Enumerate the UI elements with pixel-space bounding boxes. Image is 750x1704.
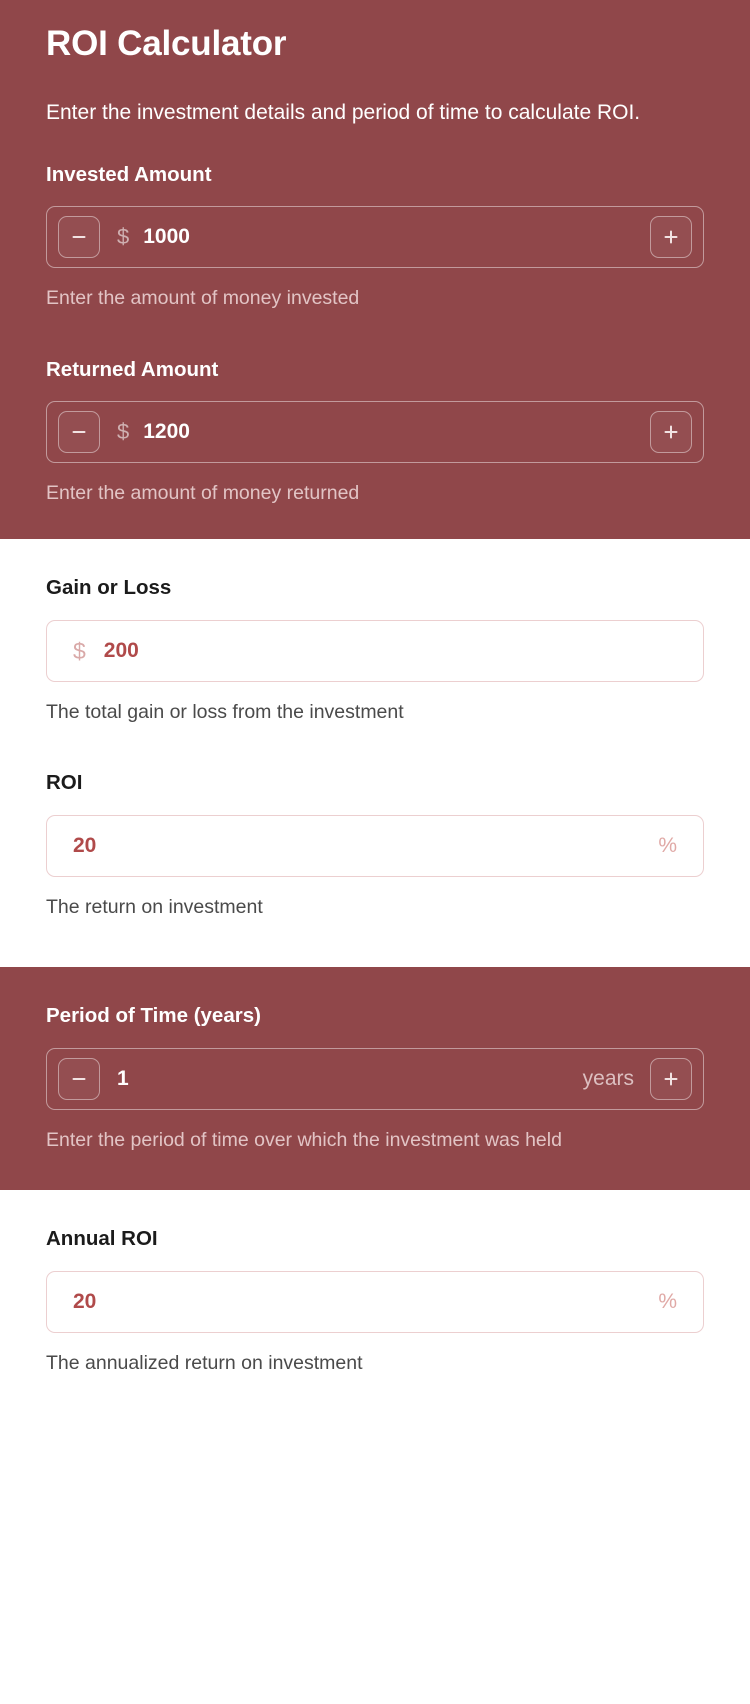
field-returned-amount: Returned Amount $ Enter the amount of [46,357,704,510]
annual-roi-label: Annual ROI [46,1226,158,1250]
returned-amount-input-row: $ [46,401,704,464]
returned-amount-input[interactable] [143,420,650,445]
currency-symbol-icon: $ [73,637,86,664]
plus-icon [664,425,678,439]
page-title: ROI Calculator [46,24,287,63]
returned-amount-increment-button[interactable] [650,411,692,454]
field-invested-amount: Invested Amount $ Enter the amount of [46,162,704,315]
invested-amount-input-row: $ [46,206,704,269]
period-of-time-help-text: Enter the period of time over which the … [46,1128,562,1151]
field-roi: ROI % The return on investment [46,770,704,923]
currency-symbol-icon: $ [117,224,130,250]
invested-amount-input[interactable] [143,225,650,250]
header-and-inputs-section: ROI Calculator Enter the investment deta… [0,0,750,540]
minus-icon [72,1077,86,1080]
annual-roi-output [73,1289,659,1314]
period-of-time-increment-button[interactable] [650,1057,692,1100]
roi-label: ROI [46,771,83,795]
invested-amount-decrement-button[interactable] [58,216,100,259]
gain-or-loss-label: Gain or Loss [46,576,172,600]
field-period-of-time: Period of Time (years) years Enter the [46,1003,704,1156]
period-of-time-input[interactable] [117,1066,583,1091]
returned-amount-decrement-button[interactable] [58,411,100,454]
roi-calculator-app: ROI Calculator Enter the investment deta… [0,0,750,1704]
annual-roi-input-row: % [46,1270,704,1333]
gain-or-loss-input-row: $ [46,620,704,683]
returned-amount-label: Returned Amount [46,357,219,381]
gain-or-loss-help-text: The total gain or loss from the investme… [46,701,404,724]
roi-input-row: % [46,814,704,877]
percent-symbol-icon: % [658,1289,677,1313]
percent-symbol-icon: % [658,833,677,857]
invested-amount-label: Invested Amount [46,162,212,186]
field-annual-roi: Annual ROI % The annualized return on in… [46,1226,704,1379]
annual-roi-help-text: The annualized return on investment [46,1351,363,1374]
period-of-time-input-row: years [46,1047,704,1110]
page-description: Enter the investment details and period … [46,100,641,124]
invested-amount-help-text: Enter the amount of money invested [46,287,360,310]
minus-icon [72,236,86,239]
period-of-time-label: Period of Time (years) [46,1004,261,1028]
results-section: Gain or Loss $ The total gain or loss fr… [0,539,750,968]
roi-output [73,833,659,858]
period-of-time-section: Period of Time (years) years Enter the [0,967,750,1190]
plus-icon [664,230,678,244]
returned-amount-help-text: Enter the amount of money returned [46,482,360,505]
minus-icon [72,431,86,434]
gain-or-loss-output [103,639,677,664]
invested-amount-increment-button[interactable] [650,216,692,259]
roi-help-text: The return on investment [46,895,263,918]
annual-roi-section: Annual ROI % The annualized return on in… [0,1189,750,1379]
period-of-time-unit-label: years [582,1066,634,1090]
period-of-time-decrement-button[interactable] [58,1057,100,1100]
currency-symbol-icon: $ [117,419,130,445]
field-gain-or-loss: Gain or Loss $ The total gain or loss fr… [46,575,704,728]
plus-icon [664,1072,678,1086]
